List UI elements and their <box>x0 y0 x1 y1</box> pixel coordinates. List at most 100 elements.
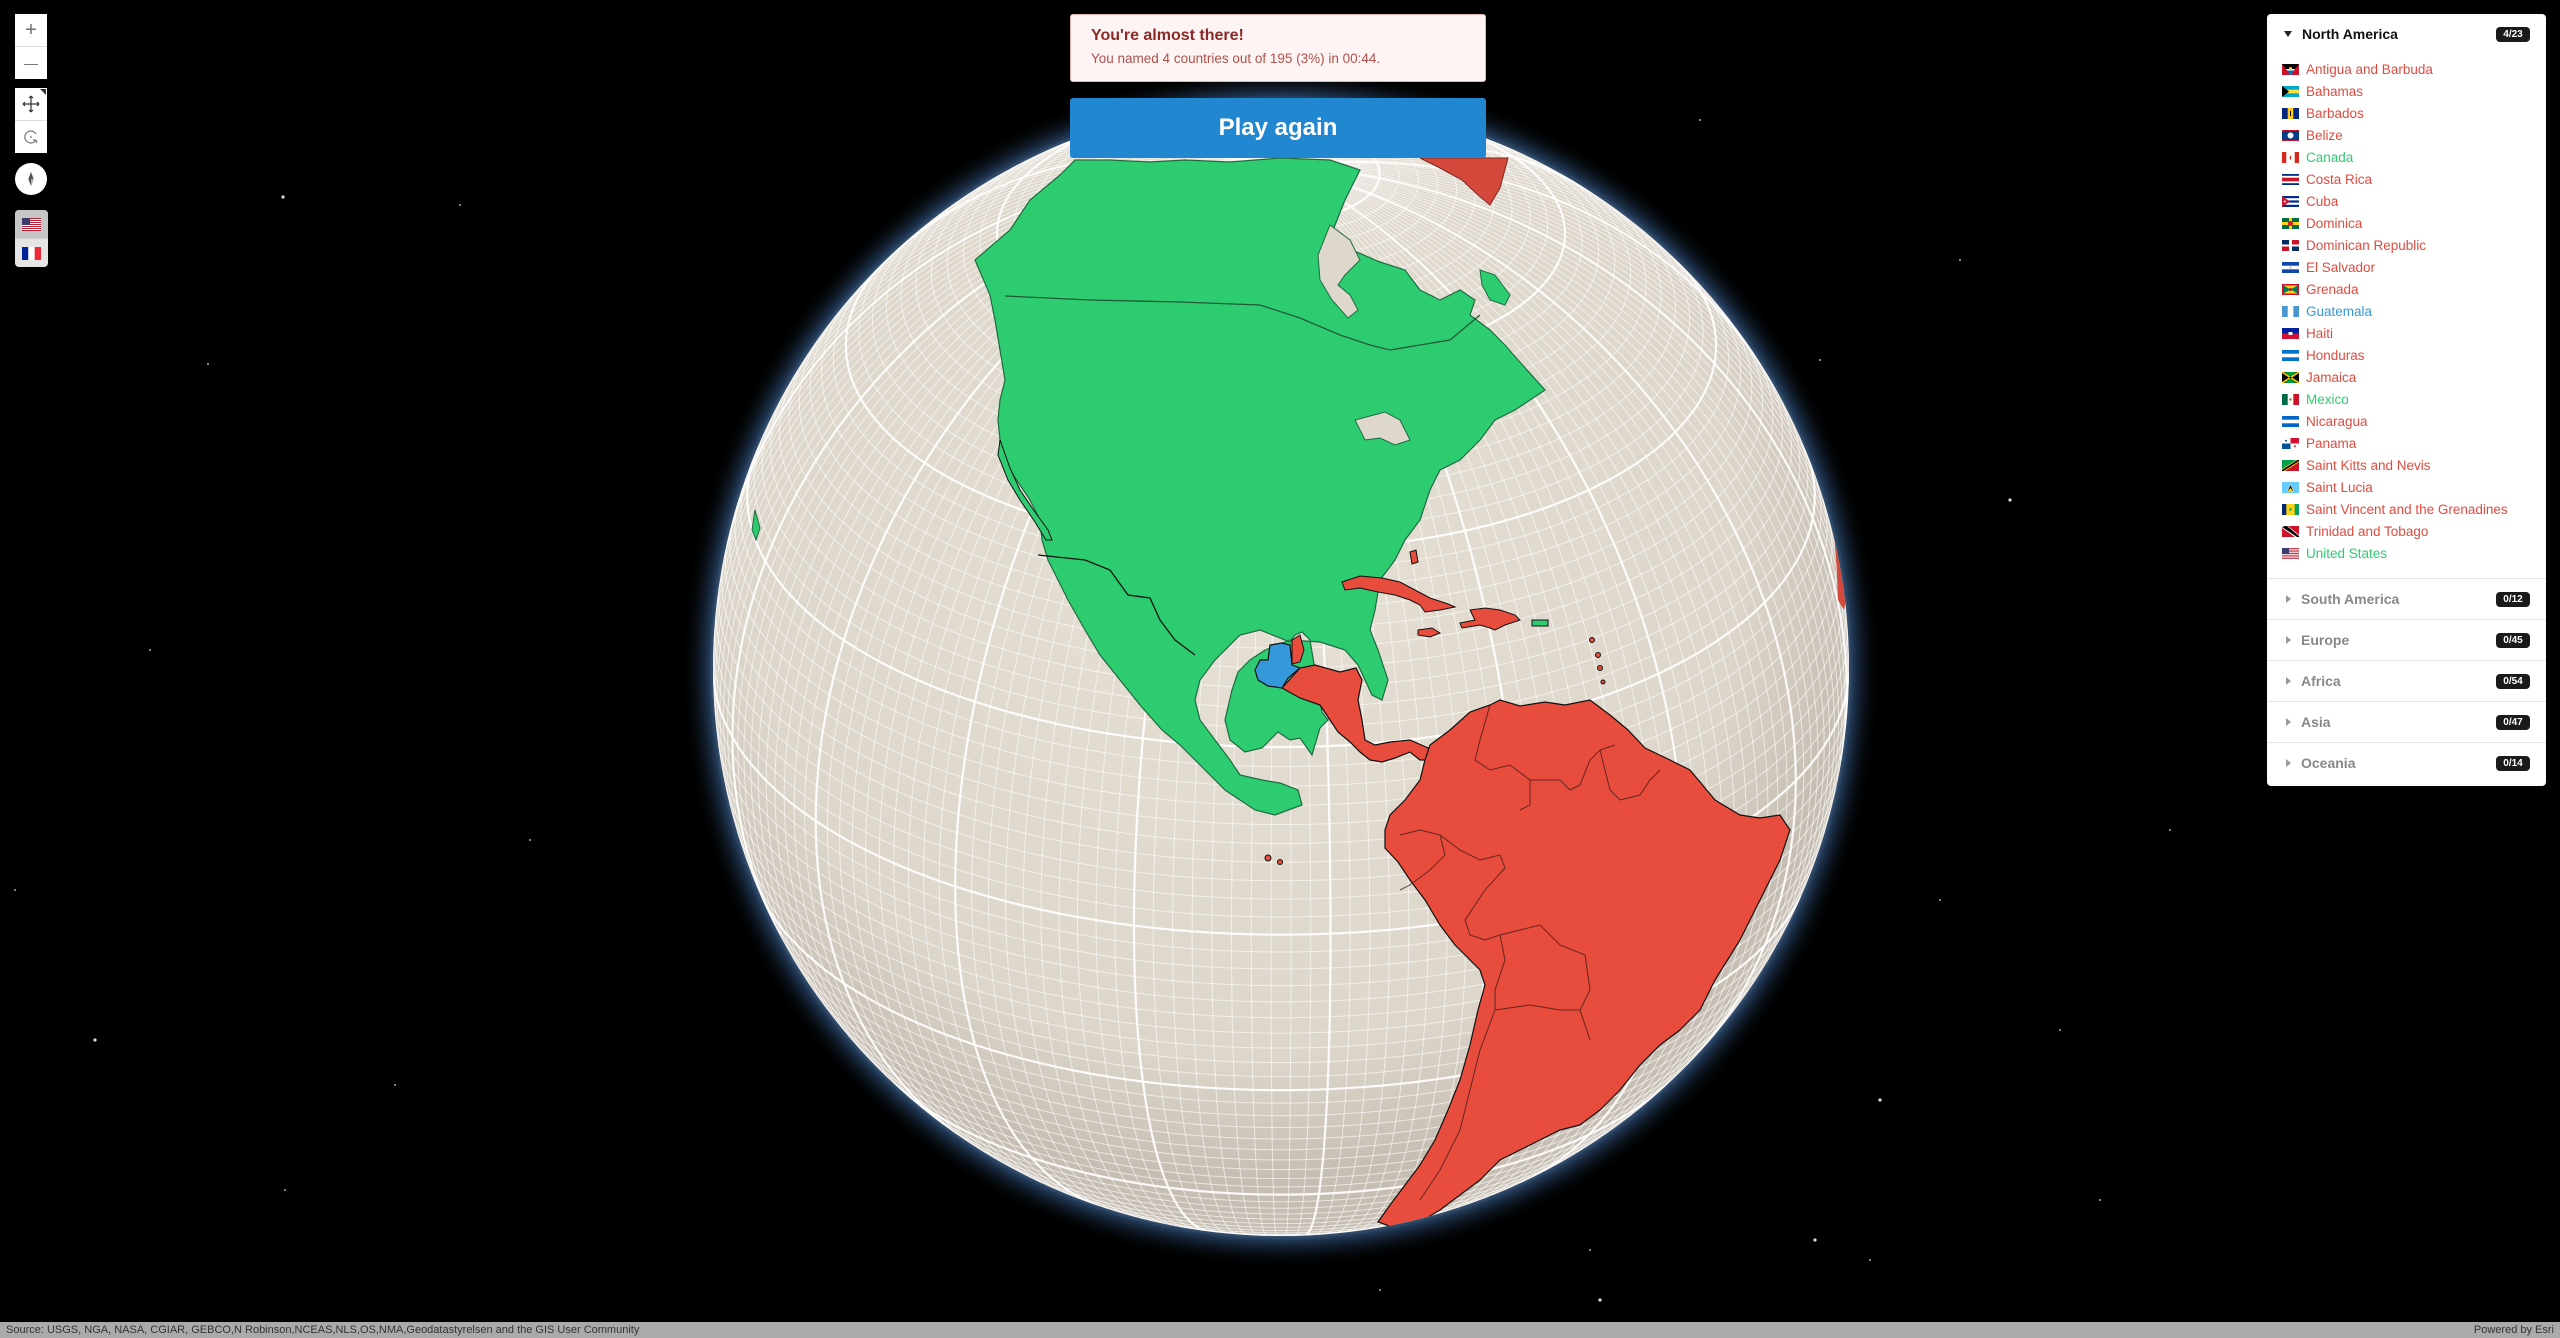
country-name: Cuba <box>2306 193 2339 209</box>
lc-flag-icon <box>2282 481 2299 493</box>
section-europe-header[interactable]: Europe 0/45 <box>2267 619 2546 660</box>
caret-right-icon <box>2286 759 2291 767</box>
count-badge: 0/47 <box>2496 714 2530 730</box>
globe-map-view[interactable] <box>0 0 2560 1338</box>
country-item[interactable]: Haiti <box>2282 322 2546 344</box>
country-name: Dominica <box>2306 215 2363 231</box>
country-item[interactable]: Antigua and Barbuda <box>2282 58 2546 80</box>
country-item[interactable]: Cuba <box>2282 190 2546 212</box>
country-name: Panama <box>2306 435 2357 451</box>
result-title: You're almost there! <box>1091 27 1244 44</box>
section-title: Europe <box>2301 632 2350 648</box>
minus-icon: — <box>24 55 38 71</box>
rotate-button[interactable] <box>15 120 47 153</box>
do-flag-icon <box>2282 239 2299 251</box>
country-item[interactable]: Guatemala <box>2282 300 2546 322</box>
country-name: Jamaica <box>2306 369 2357 385</box>
island-lesser-antilles[interactable] <box>1597 665 1603 671</box>
language-en-button[interactable] <box>15 210 48 238</box>
country-list-north-america: Antigua and Barbuda Bahamas Barbados Belize… <box>2267 54 2546 578</box>
country-item[interactable]: Bahamas <box>2282 80 2546 102</box>
country-item[interactable]: Saint Vincent and the Grenadines <box>2282 498 2546 520</box>
ht-flag-icon <box>2282 327 2299 339</box>
star <box>1819 359 1821 361</box>
star <box>2059 1029 2061 1031</box>
island-lesser-antilles[interactable] <box>1589 637 1595 643</box>
compass-icon <box>28 171 34 187</box>
country-item[interactable]: Grenada <box>2282 278 2546 300</box>
section-oceania-header[interactable]: Oceania 0/14 <box>2267 742 2546 783</box>
star <box>1869 1259 1871 1261</box>
country-name: Saint Lucia <box>2306 479 2373 495</box>
island-galapagos[interactable] <box>1264 854 1272 862</box>
country-name: El Salvador <box>2306 259 2376 275</box>
section-title: Africa <box>2301 673 2341 689</box>
star <box>1589 1249 1591 1251</box>
zoom-in-button[interactable]: + <box>15 14 47 46</box>
country-bahamas[interactable] <box>1409 549 1419 565</box>
pan-icon <box>22 95 40 113</box>
zoom-controls: + — <box>15 14 47 79</box>
us-flag-icon <box>2282 547 2299 559</box>
country-item[interactable]: Canada <box>2282 146 2546 168</box>
country-item[interactable]: Dominica <box>2282 212 2546 234</box>
ca-flag-icon <box>2282 151 2299 163</box>
compass-button[interactable] <box>15 163 47 195</box>
country-item[interactable]: Barbados <box>2282 102 2546 124</box>
country-item[interactable]: Honduras <box>2282 344 2546 366</box>
island-galapagos[interactable] <box>1277 859 1283 865</box>
country-item[interactable]: Mexico <box>2282 388 2546 410</box>
country-item[interactable]: Dominican Republic <box>2282 234 2546 256</box>
section-asia-header[interactable]: Asia 0/47 <box>2267 701 2546 742</box>
star <box>2169 829 2171 831</box>
section-africa-header[interactable]: Africa 0/54 <box>2267 660 2546 701</box>
country-item[interactable]: Jamaica <box>2282 366 2546 388</box>
section-north-america-header[interactable]: North America 4/23 <box>2267 14 2546 54</box>
country-item[interactable]: Panama <box>2282 432 2546 454</box>
attribution-source: Source: USGS, NGA, NASA, CGIAR, GEBCO,N … <box>6 1324 640 1336</box>
star <box>1598 1298 1602 1302</box>
country-item[interactable]: El Salvador <box>2282 256 2546 278</box>
country-item[interactable]: Trinidad and Tobago <box>2282 520 2546 542</box>
island-lesser-antilles[interactable] <box>1595 652 1601 658</box>
star <box>93 1038 97 1042</box>
island-puerto-rico[interactable] <box>1531 619 1549 627</box>
section-title: Oceania <box>2301 755 2356 771</box>
star <box>1699 119 1701 121</box>
star <box>284 1189 286 1191</box>
country-item[interactable]: United States <box>2282 542 2546 564</box>
star <box>14 889 16 891</box>
gt-flag-icon <box>2282 305 2299 317</box>
country-item[interactable]: Nicaragua <box>2282 410 2546 432</box>
pan-button[interactable] <box>15 88 47 120</box>
bs-flag-icon <box>2282 85 2299 97</box>
cr-flag-icon <box>2282 173 2299 185</box>
result-message: You named 4 countries out of 195 (3%) in… <box>1091 51 1381 66</box>
country-item[interactable]: Belize <box>2282 124 2546 146</box>
language-fr-button[interactable] <box>15 238 48 267</box>
country-item[interactable]: Saint Lucia <box>2282 476 2546 498</box>
country-name: Haiti <box>2306 325 2334 341</box>
result-alert: You're almost there! You named 4 countri… <box>1070 14 1486 82</box>
powered-by-esri-link[interactable]: Powered by Esri <box>2474 1322 2554 1338</box>
country-name: Dominican Republic <box>2306 237 2427 253</box>
country-name: Barbados <box>2306 105 2364 121</box>
star <box>281 195 285 199</box>
jm-flag-icon <box>2282 371 2299 383</box>
island-lesser-antilles[interactable] <box>1600 679 1606 685</box>
dm-flag-icon <box>2282 217 2299 229</box>
caret-right-icon <box>2286 718 2291 726</box>
gd-flag-icon <box>2282 283 2299 295</box>
active-tool-indicator <box>40 89 46 95</box>
country-name: Trinidad and Tobago <box>2306 523 2429 539</box>
star <box>459 204 461 206</box>
country-item[interactable]: Costa Rica <box>2282 168 2546 190</box>
zoom-out-button[interactable]: — <box>15 46 47 79</box>
country-item[interactable]: Saint Kitts and Nevis <box>2282 454 2546 476</box>
country-name: Guatemala <box>2306 303 2373 319</box>
play-again-button[interactable]: Play again <box>1070 98 1486 158</box>
section-south-america-header[interactable]: South America 0/12 <box>2267 578 2546 619</box>
bb-flag-icon <box>2282 107 2299 119</box>
plus-icon: + <box>25 19 37 41</box>
country-name: Antigua and Barbuda <box>2306 61 2433 77</box>
